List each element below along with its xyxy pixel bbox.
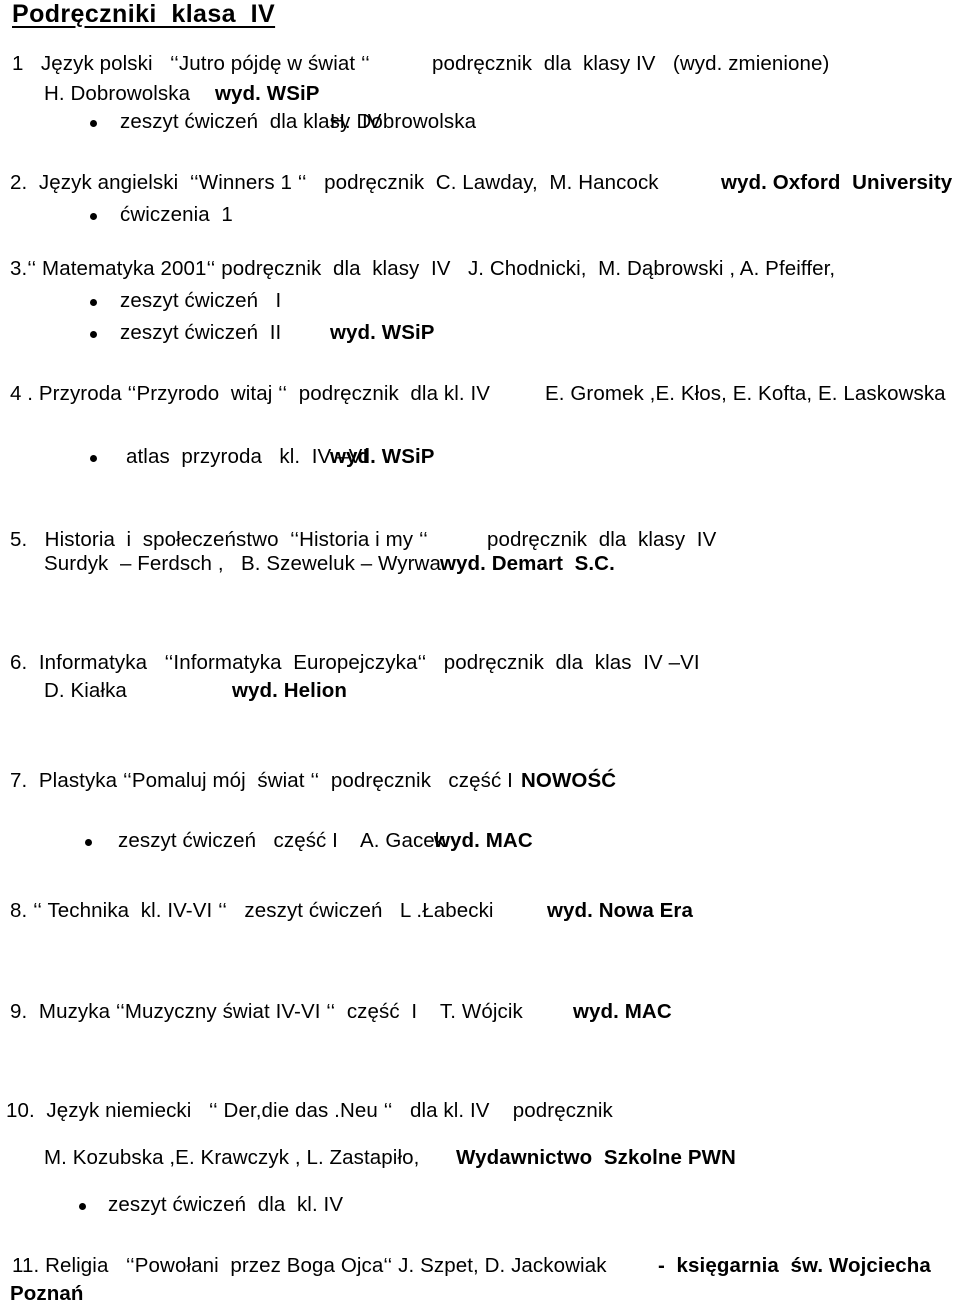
item-3-bullet-2-text: zeszyt ćwiczeń II bbox=[120, 321, 282, 344]
page-title: Podręczniki klasa IV bbox=[12, 0, 276, 28]
item-11-publisher-city: Poznań bbox=[10, 1282, 84, 1305]
document-page: Podręczniki klasa IV 1 Język polski ‘‘Ju… bbox=[0, 0, 960, 1312]
bullet-icon bbox=[90, 213, 97, 220]
item-9-publisher: wyd. MAC bbox=[573, 1000, 672, 1023]
item-10-line-2-authors: M. Kozubska ,E. Krawczyk , L. Zastapiło, bbox=[44, 1146, 420, 1169]
item-7-bullet-1-publisher: wyd. MAC bbox=[434, 829, 533, 852]
bullet-icon bbox=[85, 839, 92, 846]
bullet-icon bbox=[90, 331, 97, 338]
item-8-publisher: wyd. Nowa Era bbox=[547, 899, 693, 922]
item-8-line-1: 8. ‘‘ Technika kl. IV-VI ‘‘ zeszyt ćwicz… bbox=[10, 899, 494, 922]
item-6-line-2-author: D. Kiałka bbox=[44, 679, 127, 702]
item-1-bullet-1-author: H. Dobrowolska bbox=[330, 110, 477, 133]
item-10-line-1: 10. Język niemiecki ‘‘ Der,die das .Neu … bbox=[6, 1099, 613, 1122]
item-11-line-1: 11. Religia ‘‘Powołani przez Boga Ojca‘‘… bbox=[12, 1254, 607, 1277]
item-3-bullet-2-publisher: wyd. WSiP bbox=[330, 321, 435, 344]
item-2-line-1: 2. Język angielski ‘‘Winners 1 ‘‘ podręc… bbox=[10, 171, 659, 194]
item-5-line-2-authors: Surdyk – Ferdsch , B. Szeweluk – Wyrwa bbox=[44, 552, 441, 575]
item-1-line-1-description: podręcznik dla klasy IV (wyd. zmienione) bbox=[432, 52, 830, 75]
item-4-authors: E. Gromek ,E. Kłos, E. Kofta, E. Laskows… bbox=[545, 382, 946, 405]
item-10-publisher: Wydawnictwo Szkolne PWN bbox=[456, 1146, 736, 1169]
item-2-publisher: wyd. Oxford University bbox=[721, 171, 953, 194]
item-2-bullet-1-text: ćwiczenia 1 bbox=[120, 203, 233, 226]
item-11-publisher: - księgarnia św. Wojciecha bbox=[658, 1254, 931, 1277]
item-1-line-1-subject: 1 Język polski ‘‘Jutro pójdę w świat ‘‘ bbox=[12, 52, 370, 75]
item-7-bullet-1-text: zeszyt ćwiczeń część I A. Gacek bbox=[118, 829, 446, 852]
item-1-line-2-publisher: wyd. WSiP bbox=[215, 82, 320, 105]
item-10-bullet-1-text: zeszyt ćwiczeń dla kl. IV bbox=[108, 1193, 344, 1216]
item-5-publisher: wyd. Demart S.C. bbox=[440, 552, 615, 575]
bullet-icon bbox=[90, 299, 97, 306]
item-3-line-1: 3.‘‘ Matematyka 2001‘‘ podręcznik dla kl… bbox=[10, 257, 836, 280]
item-4-bullet-1-publisher: wyd. WSiP bbox=[330, 445, 435, 468]
item-5-description: podręcznik dla klasy IV bbox=[487, 528, 717, 551]
bullet-icon bbox=[79, 1203, 86, 1210]
item-9-line-1: 9. Muzyka ‘‘Muzyczny świat IV-VI ‘‘ częś… bbox=[10, 1000, 523, 1023]
bullet-icon bbox=[90, 455, 97, 462]
item-6-line-1: 6. Informatyka ‘‘Informatyka Europejczyk… bbox=[10, 651, 700, 674]
item-1-line-2-author: H. Dobrowolska bbox=[44, 82, 191, 105]
item-6-publisher: wyd. Helion bbox=[232, 679, 348, 702]
item-7-badge-nowosc: NOWOŚĆ bbox=[521, 769, 617, 792]
item-4-line-1: 4 . Przyroda ‘‘Przyrodo witaj ‘‘ podręcz… bbox=[10, 382, 491, 405]
item-5-line-1: 5. Historia i społeczeństwo ‘‘Historia i… bbox=[10, 528, 428, 551]
item-7-line-1: 7. Plastyka ‘‘Pomaluj mój świat ‘‘ podrę… bbox=[10, 769, 513, 792]
item-3-bullet-1-text: zeszyt ćwiczeń I bbox=[120, 289, 282, 312]
bullet-icon bbox=[90, 120, 97, 127]
